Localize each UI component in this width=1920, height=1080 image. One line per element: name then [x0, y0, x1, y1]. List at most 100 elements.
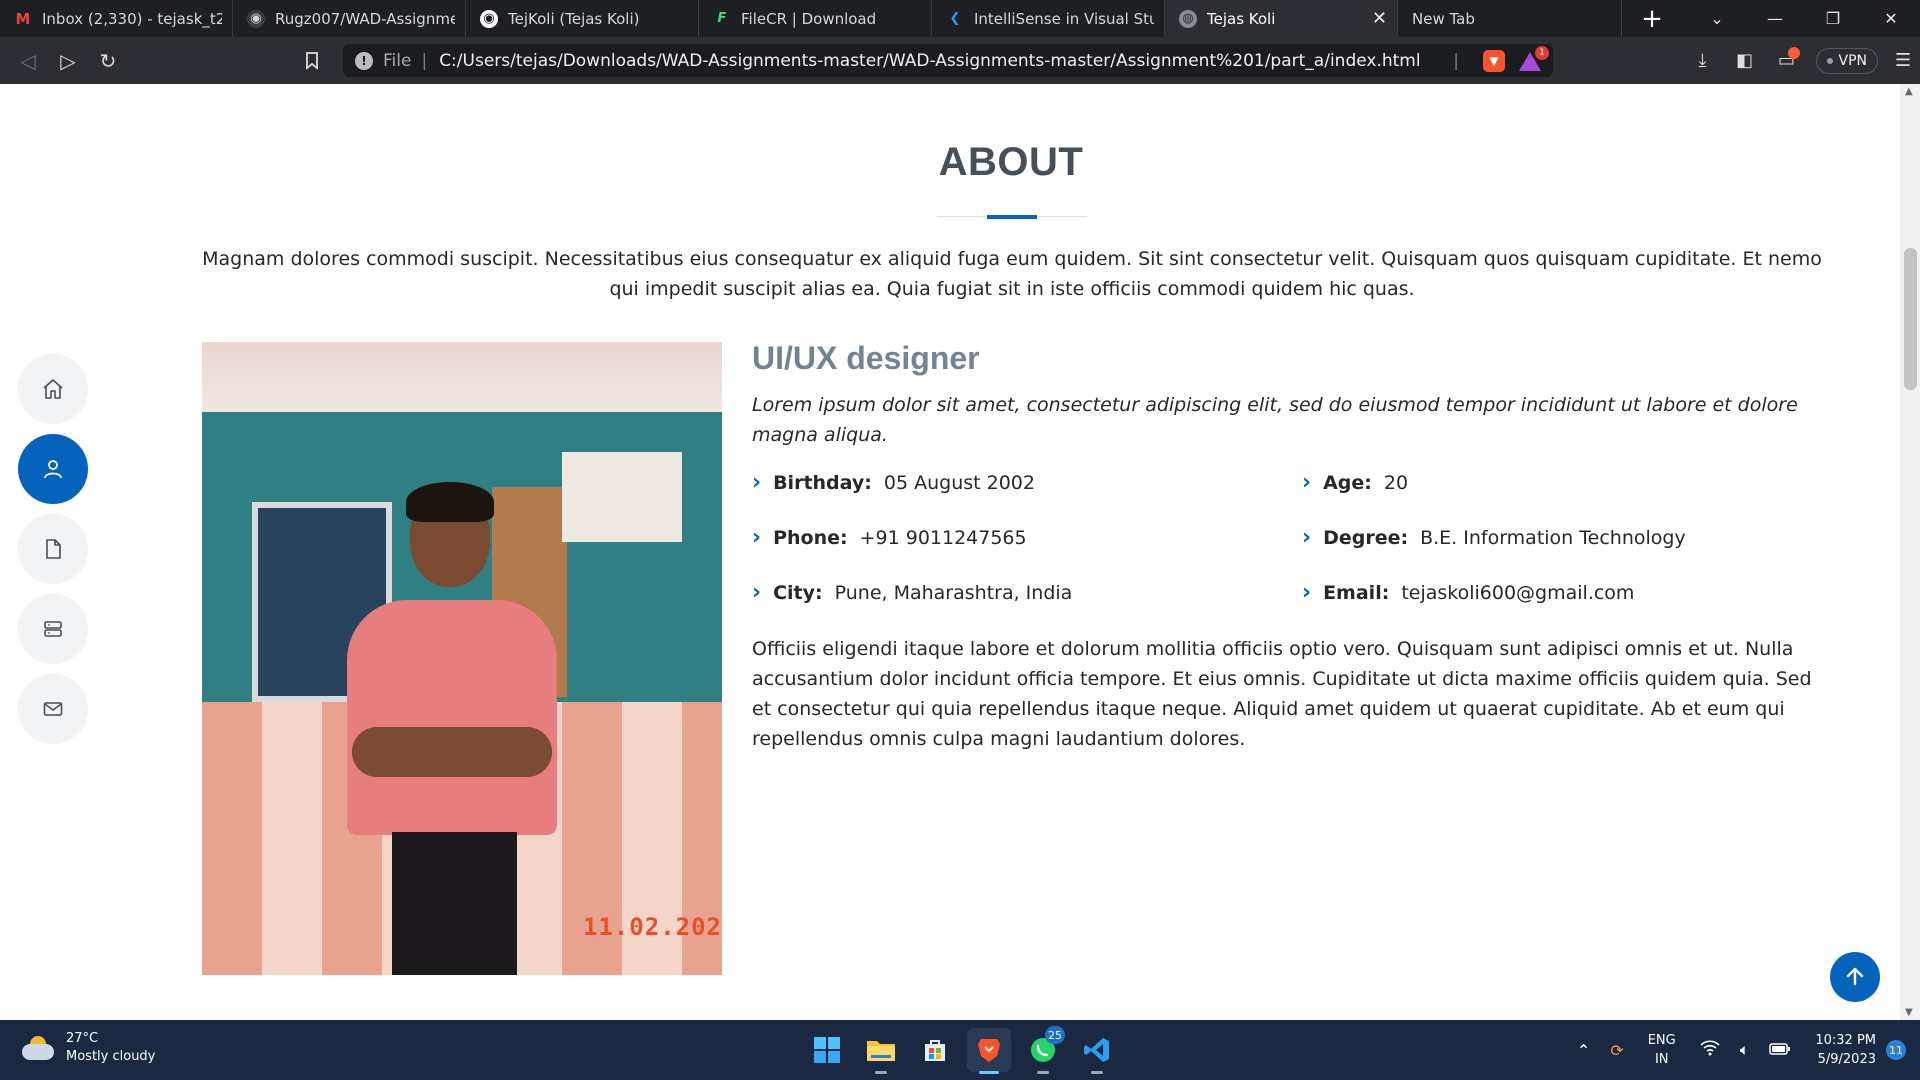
restore-button[interactable]: ❐	[1804, 0, 1862, 37]
user-icon	[44, 460, 62, 479]
profile-photo: 11.02.202	[202, 342, 722, 975]
whatsapp-button[interactable]: 25	[1021, 1026, 1065, 1074]
cloud-shape	[22, 1044, 54, 1060]
nav-resume-button[interactable]	[18, 514, 88, 584]
vpn-button[interactable]: VPN	[1815, 47, 1878, 74]
volume-icon[interactable]: 🔈︎	[1740, 1040, 1750, 1060]
taskbar-apps: 25	[800, 1026, 1124, 1074]
weather-temp: 27°C	[66, 1031, 99, 1046]
address-url[interactable]: C:/Users/tejas/Downloads/WAD-Assignments…	[439, 51, 1453, 71]
tab-github-rugz[interactable]: ◉ Rugz007/WAD-Assignment	[233, 0, 466, 37]
chevron-right-icon: ›	[752, 525, 762, 550]
nav-about-button[interactable]	[18, 434, 88, 504]
fact-city: › City: Pune, Maharashtra, India	[752, 580, 1073, 605]
toolbar-right: ⤓ ◧ ▭ VPN ☰	[1682, 37, 1920, 84]
wifi-icon[interactable]	[1700, 1040, 1720, 1060]
role-title: UI/UX designer	[752, 340, 980, 376]
bookmark-icon[interactable]	[292, 41, 332, 81]
address-separator: |	[421, 50, 428, 71]
close-tab-icon[interactable]: ✕	[1372, 8, 1387, 29]
brave-lion-icon	[978, 1039, 1000, 1062]
wallet-icon[interactable]: ▭	[1766, 41, 1808, 81]
tab-github-tejkoli[interactable]: ◉ TejKoli (Tejas Koli)	[466, 0, 699, 37]
tab-vscode-docs[interactable]: ❮ IntelliSense in Visual Studio	[932, 0, 1165, 37]
photo-date-stamp: 11.02.202	[582, 913, 722, 941]
sidebar-icon[interactable]: ◧	[1724, 41, 1766, 81]
fact-age: › Age: 20	[1302, 470, 1409, 495]
store-icon	[925, 1040, 945, 1061]
tab-gmail[interactable]: M Inbox (2,330) - tejask_t2005	[0, 0, 233, 37]
windows-logo-icon	[814, 1037, 840, 1063]
tab-new-tab[interactable]: New Tab	[1398, 0, 1622, 37]
photo-poster	[562, 452, 682, 542]
minimize-button[interactable]: —	[1746, 0, 1804, 37]
fact-email: › Email: tejaskoli600@gmail.com	[1302, 580, 1635, 605]
role-lead-text: Lorem ipsum dolor sit amet, consectetur …	[752, 394, 1798, 446]
weather-text: 27°C Mostly cloudy	[66, 1030, 155, 1066]
section-title: ABOUT	[938, 140, 1084, 184]
chevron-up-icon[interactable]: ⌃	[1577, 1041, 1590, 1060]
cloudy-weather-icon	[20, 1034, 54, 1062]
about-body-text: Officiis eligendi itaque labore et dolor…	[752, 638, 1812, 750]
forward-button[interactable]: ▷	[48, 41, 88, 81]
browser-toolbar: ◁ ▷ ↻ ! File | C:/Users/tejas/Downloads/…	[0, 37, 1920, 84]
brave-shields-icon[interactable]: ▼	[1483, 49, 1505, 72]
vscode-icon	[1084, 1038, 1109, 1062]
address-separator-right: |	[1453, 50, 1459, 71]
brave-browser-button[interactable]	[967, 1028, 1011, 1074]
menu-icon[interactable]: ☰	[1886, 41, 1920, 81]
back-to-top-button[interactable]	[1830, 952, 1880, 1002]
chevron-right-icon: ›	[752, 470, 762, 495]
tab-filecr[interactable]: F FileCR | Download	[699, 0, 932, 37]
clock-time: 10:32 PM	[1815, 1033, 1876, 1048]
back-button[interactable]: ◁	[8, 41, 48, 81]
globe-icon: ◍	[1179, 9, 1197, 28]
photo-person-shirt	[347, 600, 557, 835]
nav-contact-button[interactable]	[18, 674, 88, 744]
language-indicator[interactable]: ENG IN	[1648, 1031, 1676, 1069]
nav-home-button[interactable]	[18, 354, 88, 424]
running-indicator	[1091, 1071, 1103, 1074]
start-button[interactable]	[805, 1028, 849, 1072]
reload-button[interactable]: ↻	[88, 41, 128, 81]
sync-icon[interactable]: ⟳	[1610, 1041, 1623, 1060]
weather-widget[interactable]: 27°C Mostly cloudy	[20, 1030, 155, 1066]
microsoft-store-button[interactable]	[913, 1028, 957, 1072]
chevron-right-icon: ›	[1302, 470, 1312, 495]
about-intro: Magnam dolores commodi suscipit. Necessi…	[202, 248, 1822, 300]
new-tab-button[interactable]: +	[1622, 0, 1682, 37]
vscode-icon: ❮	[949, 11, 961, 26]
address-bar[interactable]: ! File | C:/Users/tejas/Downloads/WAD-As…	[343, 44, 1553, 77]
github-icon: ◉	[480, 9, 498, 28]
page-scrollbar[interactable]: ▲ ▼	[1900, 84, 1920, 1020]
clock[interactable]: 10:32 PM 5/9/2023	[1815, 1031, 1876, 1069]
brave-rewards-icon[interactable]: 1	[1519, 45, 1549, 72]
server-icon	[44, 621, 62, 637]
tab-search-chevron-icon[interactable]: ⌄	[1688, 0, 1746, 37]
download-icon[interactable]: ⤓	[1682, 41, 1724, 81]
notification-badge[interactable]: 11	[1886, 1040, 1906, 1060]
wallet-notification-dot	[1787, 46, 1800, 59]
fact-birthday: › Birthday: 05 August 2002	[752, 470, 1035, 495]
page-viewport: ABOUT Magnam dolores commodi suscipit. N…	[0, 84, 1920, 1020]
filecr-icon: F	[717, 11, 727, 26]
clock-date: 5/9/2023	[1817, 1052, 1876, 1067]
battery-icon[interactable]	[1769, 1041, 1791, 1060]
whatsapp-badge: 25	[1045, 1026, 1065, 1044]
nav-services-button[interactable]	[18, 594, 88, 664]
chevron-right-icon: ›	[1302, 525, 1312, 550]
file-explorer-button[interactable]	[859, 1028, 903, 1074]
scroll-down-arrow-icon[interactable]: ▼	[1905, 1007, 1913, 1018]
close-window-button[interactable]: ✕	[1862, 0, 1920, 37]
vscode-button[interactable]	[1075, 1028, 1119, 1074]
scroll-up-arrow-icon[interactable]: ▲	[1905, 86, 1913, 97]
title-accent-bar	[987, 215, 1037, 219]
active-indicator	[979, 1071, 999, 1074]
browser-tab-bar: M Inbox (2,330) - tejask_t2005 ◉ Rugz007…	[0, 0, 1920, 37]
info-icon[interactable]: !	[355, 51, 373, 70]
tab-tejas-koli[interactable]: ◍ Tejas Koli ✕	[1165, 0, 1398, 37]
photo-person-hair	[406, 482, 494, 522]
rewards-badge: 1	[1535, 45, 1549, 60]
windows-taskbar: 27°C Mostly cloudy 25 ⌃ ⟳ ENG IN 🔈︎ 10:3…	[0, 1020, 1920, 1080]
scrollbar-thumb[interactable]	[1904, 248, 1917, 390]
